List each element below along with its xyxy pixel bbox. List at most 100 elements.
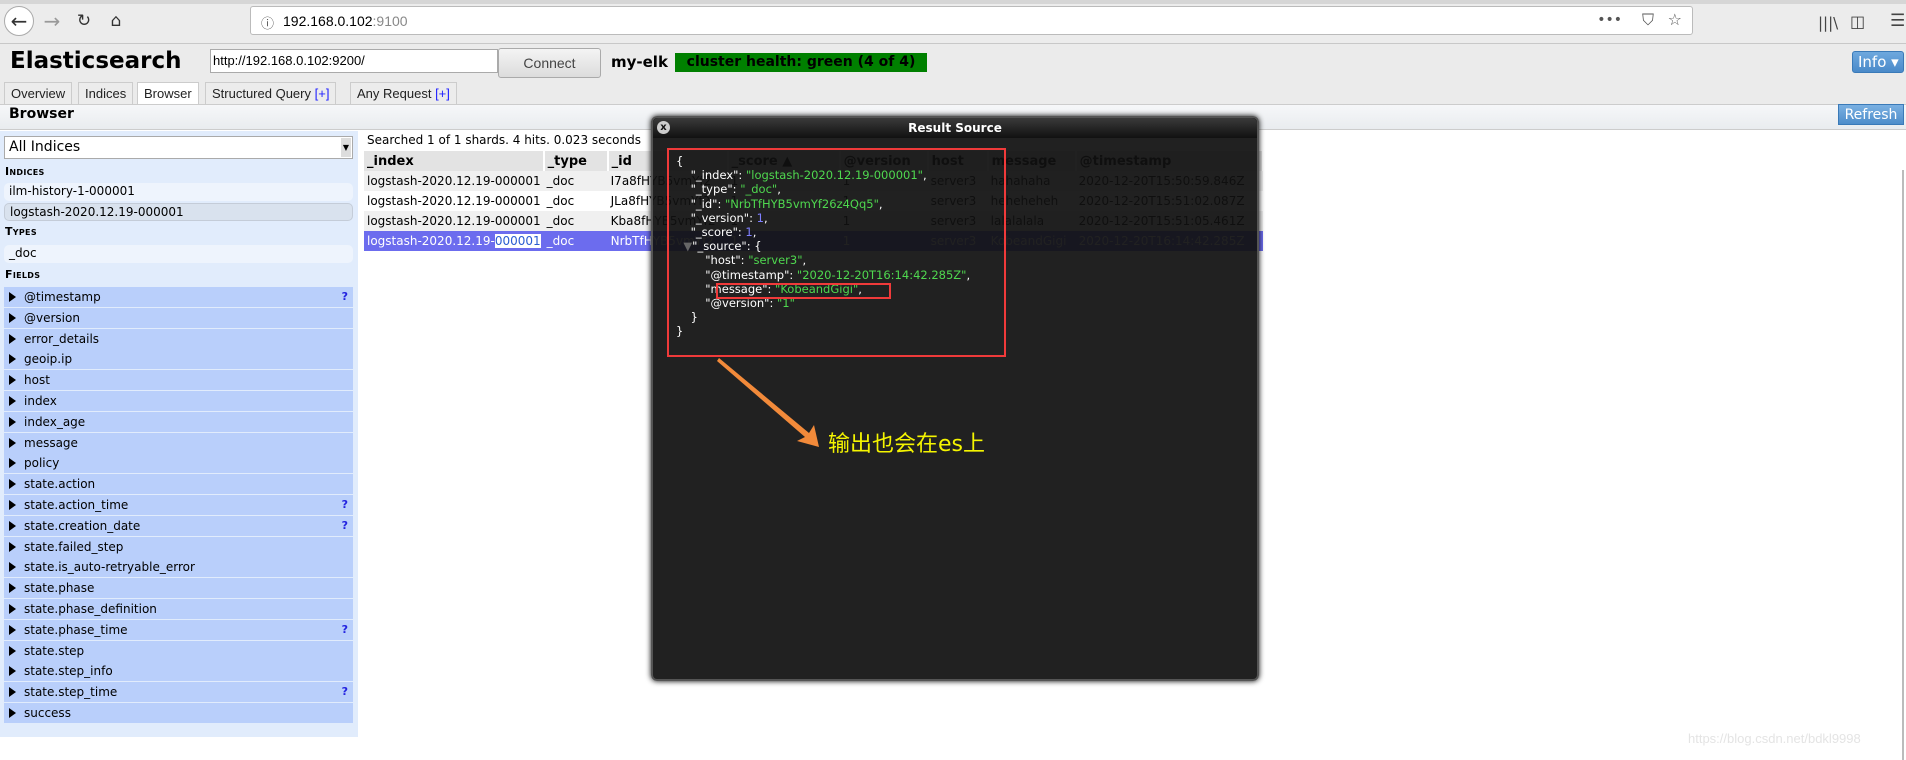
refresh-button[interactable]: Refresh — [1838, 104, 1904, 125]
sidebar-field-item[interactable]: error_details — [4, 328, 353, 349]
expand-triangle-icon[interactable] — [9, 562, 16, 573]
expand-triangle-icon[interactable] — [9, 624, 16, 635]
annotation-box — [667, 148, 1006, 357]
sidebar-field-item[interactable]: index — [4, 391, 353, 411]
sidebar-index-item[interactable]: logstash-2020.12.19-000001 — [4, 203, 353, 221]
expand-triangle-icon[interactable] — [9, 520, 16, 531]
bookmark-star-icon[interactable]: ☆ — [1668, 10, 1682, 29]
expand-triangle-icon[interactable] — [9, 479, 16, 490]
expand-triangle-icon[interactable] — [9, 396, 16, 406]
sidebar-field-item[interactable]: state.action_time? — [4, 495, 353, 515]
es-url-input[interactable]: http://192.168.0.102:9200/ — [210, 49, 498, 73]
sidebar-field-item[interactable]: success — [4, 703, 353, 723]
expand-triangle-icon[interactable] — [9, 708, 16, 718]
tab-browser[interactable]: Browser — [137, 82, 199, 105]
sidebar-field-item[interactable]: state.step_time? — [4, 682, 353, 703]
reload-icon[interactable]: ↻ — [70, 7, 98, 35]
info-icon[interactable]: ⓘ — [261, 13, 274, 32]
expand-triangle-icon[interactable] — [9, 500, 16, 510]
fields-label: Fields — [5, 268, 41, 281]
table-cell: logstash-2020.12.19-000001 — [364, 211, 544, 231]
sidebar-field-item[interactable]: state.is_auto-retryable_error — [4, 557, 353, 578]
help-icon[interactable]: ? — [342, 495, 348, 515]
expand-triangle-icon[interactable] — [9, 312, 16, 323]
connect-button[interactable]: Connect — [498, 48, 601, 78]
tab-label: Overview — [11, 86, 66, 101]
sidebar-field-item[interactable]: @timestamp? — [4, 287, 353, 307]
sidebar-type-item[interactable]: _doc — [4, 245, 353, 263]
index-select[interactable]: All Indices ▼ — [4, 136, 353, 159]
expand-triangle-icon[interactable] — [9, 666, 16, 677]
sidebar-field-item[interactable]: host — [4, 370, 353, 391]
expand-triangle-icon[interactable] — [9, 333, 16, 344]
url-text: 192.168.0.102:9100 — [283, 13, 408, 29]
expand-triangle-icon[interactable] — [9, 604, 16, 614]
tab-add-link[interactable]: [+] — [435, 86, 450, 101]
sidebar-field-item[interactable]: geoip.ip — [4, 349, 353, 370]
table-cell: logstash-2020.12.19-000001 — [367, 194, 541, 208]
tab-label: Structured Query — [212, 86, 311, 101]
expand-triangle-icon[interactable] — [9, 541, 16, 552]
watermark: https://blog.csdn.net/bdkl9998 — [1688, 731, 1861, 746]
sidebar-field-item[interactable]: state.phase — [4, 578, 353, 599]
expand-triangle-icon[interactable] — [9, 354, 16, 365]
column-header[interactable]: _index — [364, 151, 545, 171]
expand-triangle-icon[interactable] — [9, 687, 16, 698]
tab-add-link[interactable]: [+] — [315, 86, 330, 101]
sidebar-field-item[interactable]: state.failed_step — [4, 536, 353, 557]
help-icon[interactable]: ? — [342, 682, 348, 702]
close-icon[interactable]: x — [657, 121, 670, 134]
expand-triangle-icon[interactable] — [9, 645, 16, 656]
column-header[interactable]: _type — [543, 151, 609, 171]
sidebar-field-item[interactable]: index_age — [4, 411, 353, 432]
expand-triangle-icon[interactable] — [9, 292, 16, 302]
search-summary: Searched 1 of 1 shards. 4 hits. 0.023 se… — [367, 133, 641, 147]
expand-triangle-icon[interactable] — [9, 437, 16, 448]
types-label: Types — [5, 225, 37, 238]
table-cell: _doc — [543, 211, 608, 231]
expand-triangle-icon[interactable] — [9, 458, 16, 469]
sidebar-icon[interactable]: ◫ — [1850, 12, 1865, 31]
library-icon[interactable]: |||\ — [1818, 14, 1838, 32]
annotation-arrow — [717, 358, 819, 447]
back-icon[interactable]: ← — [4, 6, 34, 36]
forward-icon[interactable]: → — [38, 7, 66, 35]
sidebar-field-item[interactable]: @version — [4, 307, 353, 328]
page-scrollbar[interactable] — [1902, 170, 1904, 760]
sidebar-field-item[interactable]: state.phase_definition — [4, 599, 353, 619]
app-title: Elasticsearch — [10, 48, 182, 74]
expand-triangle-icon[interactable] — [9, 416, 16, 427]
home-icon[interactable]: ⌂ — [102, 7, 130, 35]
help-icon[interactable]: ? — [342, 516, 348, 536]
field-name: state.phase_definition — [24, 602, 157, 616]
sidebar-field-item[interactable]: policy — [4, 453, 353, 474]
tab-overview[interactable]: Overview — [4, 82, 73, 104]
dialog-title: Result Source — [653, 118, 1257, 138]
sidebar-field-item[interactable]: state.phase_time? — [4, 619, 353, 640]
sidebar-field-item[interactable]: state.step — [4, 640, 353, 661]
expand-triangle-icon[interactable] — [9, 583, 16, 594]
more-icon[interactable]: ••• — [1597, 12, 1622, 28]
menu-icon[interactable]: ☰ — [1890, 11, 1905, 31]
help-icon[interactable]: ? — [342, 620, 348, 640]
indices-label: Indices — [5, 165, 45, 178]
annotation-message-box — [716, 283, 891, 299]
address-bar[interactable]: ⓘ 192.168.0.102:9100 ••• ⛉ ☆ — [250, 6, 1693, 35]
field-name: geoip.ip — [24, 352, 73, 367]
tab-structured-query[interactable]: Structured Query [+] — [205, 82, 337, 104]
pocket-icon[interactable]: ⛉ — [1642, 10, 1654, 30]
chevron-down-icon[interactable]: ▼ — [341, 138, 351, 157]
help-icon[interactable]: ? — [342, 287, 348, 307]
sidebar-field-item[interactable]: state.creation_date? — [4, 515, 353, 536]
field-name: success — [24, 706, 71, 720]
annotation-note: 输出也会在es上 — [828, 432, 985, 457]
sidebar-field-item[interactable]: state.step_info — [4, 661, 353, 682]
sidebar-field-item[interactable]: state.action — [4, 474, 353, 495]
field-name: state.creation_date — [24, 518, 141, 533]
sidebar-index-item[interactable]: ilm-history-1-000001 — [4, 183, 353, 201]
expand-triangle-icon[interactable] — [9, 375, 16, 386]
tab-indices[interactable]: Indices — [78, 82, 134, 104]
info-dropdown-button[interactable]: Info ▾ — [1852, 51, 1904, 73]
sidebar-field-item[interactable]: message — [4, 432, 353, 453]
tab-any-request[interactable]: Any Request [+] — [350, 82, 457, 104]
